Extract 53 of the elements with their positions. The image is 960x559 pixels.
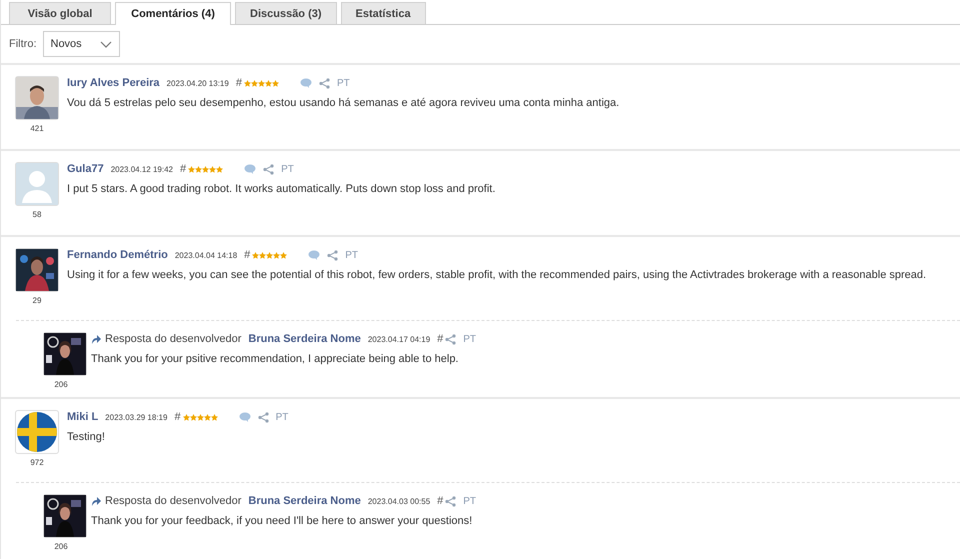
comment-date: 2023.04.20 13:19 [166,78,229,88]
reply-arrow-icon [91,496,101,506]
comment-date: 2023.04.12 19:42 [110,164,173,174]
default-avatar-icon [16,163,58,205]
permalink[interactable]: # [437,495,444,507]
share-icon[interactable] [263,164,274,174]
reply-arrow-icon [91,334,101,344]
comment-text: I put 5 stars. A good trading robot. It works automatically. Puts down stop loss and profit. [67,182,496,196]
comment-icon[interactable] [300,78,312,88]
permalink[interactable]: # [437,333,444,345]
author-link[interactable]: Gula77 [67,163,104,175]
comment-icon[interactable] [238,412,251,422]
filter-dropdown[interactable]: Novos [42,31,120,57]
comment-date: 2023.04.03 00:55 [368,496,430,506]
author-link[interactable]: Iury Alves Pereira [67,77,160,89]
permalink[interactable]: # [236,77,242,89]
permalink[interactable]: # [180,163,186,175]
tab[interactable]: Visão global [9,2,111,24]
user-rating: 421 [29,124,45,133]
author-link[interactable]: Bruna Serdeira Nome [248,495,361,507]
reply-text: Thank you for your psitive recommendation, I appreciate being able to help. [91,352,460,366]
share-icon[interactable] [258,412,269,422]
share-icon[interactable] [445,496,456,506]
tab[interactable]: Estatística [340,2,426,24]
share-icon[interactable] [327,250,338,260]
comment-date: 2023.04.04 14:18 [174,250,238,260]
user-rating: 206 [53,542,69,551]
comment-date: 2023.03.29 18:19 [105,412,168,422]
tab[interactable]: Comentários (4) [115,2,231,25]
comment-text: Vou dá 5 estrelas pelo seu desempenho, estou usando há semanas e até agora reviveu uma conta minha antiga. [67,96,620,110]
share-icon[interactable] [318,78,330,88]
share-icon[interactable] [445,334,456,344]
reply-label: Resposta do desenvolvedor [105,333,242,345]
user-rating: 206 [53,380,69,389]
filter-label: Filtro: [9,38,36,50]
chevron-icon [100,40,112,48]
user-rating: 29 [32,296,42,305]
reply-label: Resposta do desenvolvedor [105,495,242,507]
comment-icon[interactable] [244,164,256,174]
author-link[interactable]: Fernando Demétrio [67,249,168,261]
comment-text: Testing! [67,430,106,444]
sweden-flag-icon [16,411,58,453]
comment-text: Using it for a few weeks, you can see the potential of this robot, few orders, stable profit, with the recommended pairs, using the Activtrades brokerage with a reasonable spread. [67,268,928,282]
tab[interactable]: Discussão (3) [235,2,337,24]
user-rating: 972 [29,458,45,467]
comment-icon[interactable] [308,250,320,260]
author-link[interactable]: Bruna Serdeira Nome [248,333,361,345]
reply-text: Thank you for your feedback, if you need I'll be here to answer your questions! [91,514,474,528]
permalink[interactable]: # [174,411,181,423]
comment-date: 2023.04.17 04:19 [368,334,430,344]
permalink[interactable]: # [244,249,250,261]
author-link[interactable]: Miki L [67,411,98,423]
user-rating: 58 [32,210,42,219]
